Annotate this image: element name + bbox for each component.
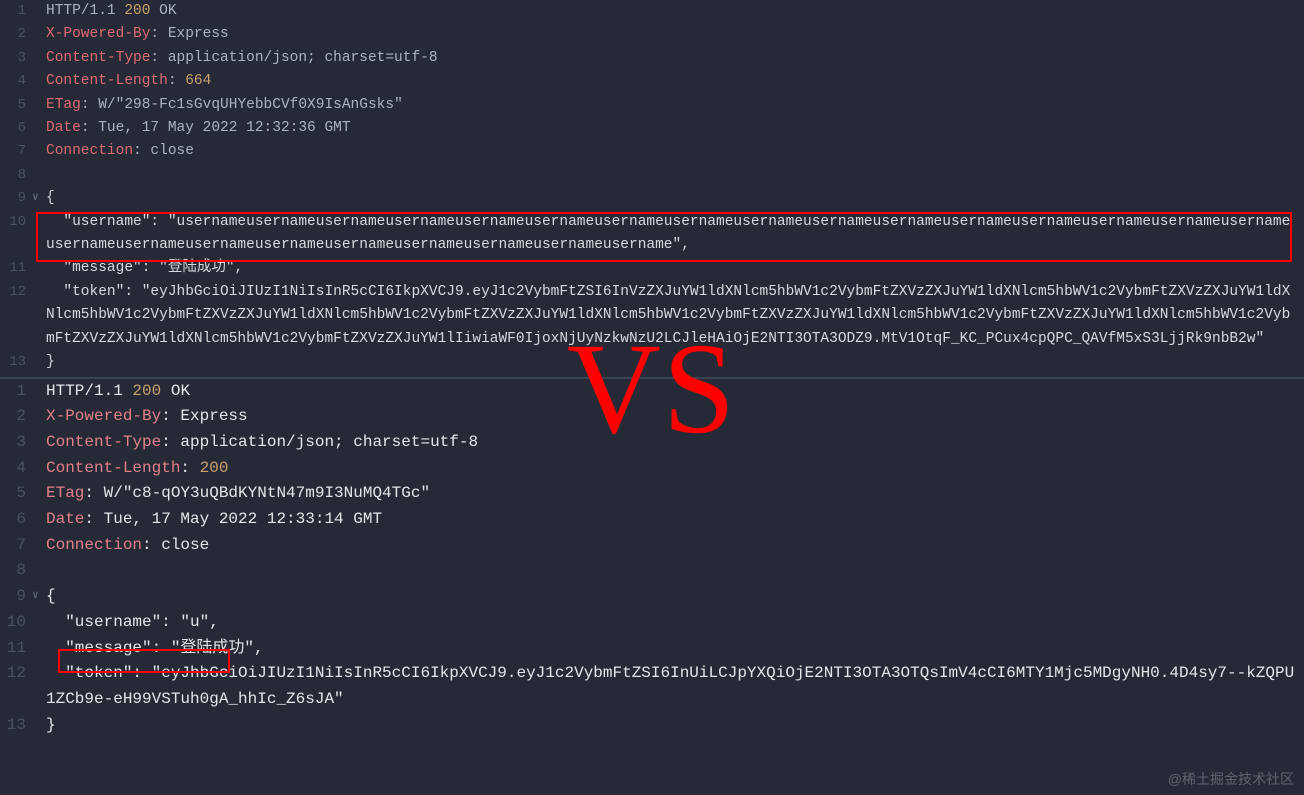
line-number: 12 [0, 281, 32, 304]
code-line: 11 "message": "登陆成功", [0, 636, 1304, 662]
line-number: 11 [0, 636, 32, 662]
code-content: X-Powered-By: Express [46, 23, 1304, 46]
code-content: } [46, 713, 1304, 739]
line-number: 8 [0, 164, 32, 187]
fold-chevron-icon[interactable]: ∨ [32, 584, 46, 610]
line-number: 5 [0, 481, 32, 507]
fold-chevron-icon[interactable]: ∨ [32, 187, 46, 210]
line-number: 11 [0, 257, 32, 280]
line-number: 6 [0, 117, 32, 140]
code-content: { [46, 584, 1304, 610]
code-content: Connection: close [46, 140, 1304, 163]
code-content: ETag: W/"298-Fc1sGvqUHYebbCVf0X9IsAnGsks… [46, 94, 1304, 117]
code-line: 10 "username": "usernameusernameusername… [0, 211, 1304, 258]
code-line: 6 Date: Tue, 17 May 2022 12:32:36 GMT [0, 117, 1304, 140]
code-content: Date: Tue, 17 May 2022 12:33:14 GMT [46, 507, 1304, 533]
code-content: "message": "登陆成功", [46, 636, 1304, 662]
line-number: 7 [0, 140, 32, 163]
code-content: "message": "登陆成功", [46, 257, 1304, 280]
code-content: "token": "eyJhbGciOiJIUzI1NiIsInR5cCI6Ik… [46, 661, 1304, 712]
line-number: 8 [0, 558, 32, 584]
code-content: Content-Length: 664 [46, 70, 1304, 93]
code-content: Date: Tue, 17 May 2022 12:32:36 GMT [46, 117, 1304, 140]
code-line: 9∨{ [0, 584, 1304, 610]
line-number: 9 [0, 584, 32, 610]
line-number: 3 [0, 47, 32, 70]
code-line: 8 [0, 164, 1304, 187]
code-content: Content-Type: application/json; charset=… [46, 47, 1304, 70]
code-line: 10 "username": "u", [0, 610, 1304, 636]
code-content: "username": "usernameusernameusernameuse… [46, 211, 1304, 258]
line-number: 13 [0, 351, 32, 374]
code-content: HTTP/1.1 200 OK [46, 0, 1304, 23]
code-line: 6 Date: Tue, 17 May 2022 12:33:14 GMT [0, 507, 1304, 533]
code-line: 13} [0, 713, 1304, 739]
code-line: 3 Content-Type: application/json; charset… [0, 47, 1304, 70]
code-line: 1 HTTP/1.1 200 OK [0, 0, 1304, 23]
line-number: 4 [0, 456, 32, 482]
line-number: 7 [0, 533, 32, 559]
code-content: { [46, 187, 1304, 210]
line-number: 12 [0, 661, 32, 687]
line-number: 5 [0, 94, 32, 117]
line-number: 6 [0, 507, 32, 533]
code-line: 12 "token": "eyJhbGciOiJIUzI1NiIsInR5cCI… [0, 661, 1304, 712]
line-number: 10 [0, 211, 32, 234]
code-line: 5 ETag: W/"298-Fc1sGvqUHYebbCVf0X9IsAnGsk… [0, 94, 1304, 117]
code-content: Connection: close [46, 533, 1304, 559]
code-content: "username": "u", [46, 610, 1304, 636]
line-number: 9 [0, 187, 32, 210]
line-number: 2 [0, 404, 32, 430]
code-line: 8 [0, 558, 1304, 584]
code-line: 4 Content-Length: 664 [0, 70, 1304, 93]
code-content: ETag: W/"c8-qOY3uQBdKYNtN47m9I3NuMQ4TGc" [46, 481, 1304, 507]
line-number: 13 [0, 713, 32, 739]
line-number: 1 [0, 379, 32, 405]
code-line: 7 Connection: close [0, 140, 1304, 163]
code-line: 11 "message": "登陆成功", [0, 257, 1304, 280]
line-number: 3 [0, 430, 32, 456]
vs-label: VS [567, 314, 737, 464]
code-line: 5 ETag: W/"c8-qOY3uQBdKYNtN47m9I3NuMQ4TGc… [0, 481, 1304, 507]
code-line: 7 Connection: close [0, 533, 1304, 559]
line-number: 1 [0, 0, 32, 23]
code-line: 2 X-Powered-By: Express [0, 23, 1304, 46]
line-number: 10 [0, 610, 32, 636]
code-line: 9∨{ [0, 187, 1304, 210]
line-number: 2 [0, 23, 32, 46]
line-number: 4 [0, 70, 32, 93]
watermark: @稀土掘金技术社区 [1168, 769, 1294, 789]
